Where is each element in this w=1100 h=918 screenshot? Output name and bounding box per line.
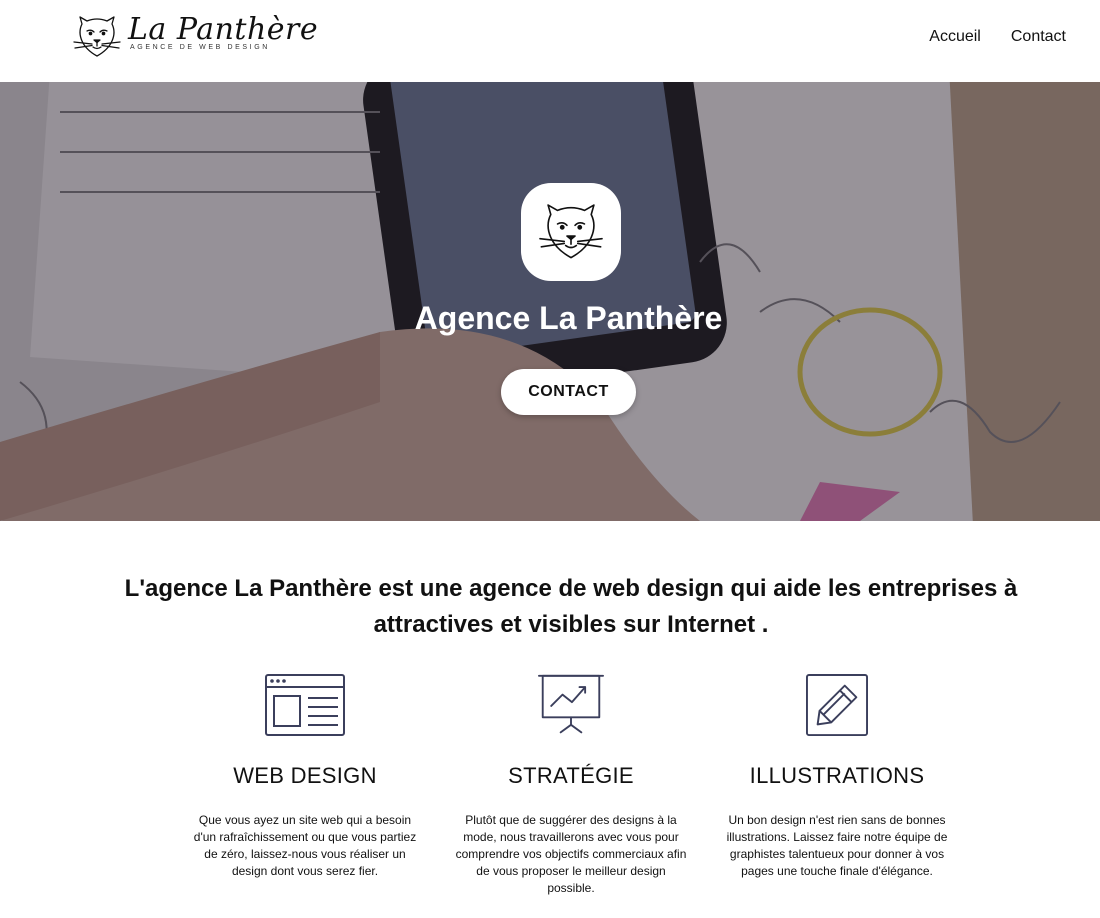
- panther-logo-icon: [73, 16, 121, 57]
- intro-heading: L'agence La Panthère est une agence de w…: [124, 575, 1018, 638]
- presentation-chart-icon: [538, 674, 604, 734]
- browser-window-icon: [265, 674, 345, 736]
- feature-title: WEB DESIGN: [233, 763, 377, 788]
- hero-section: Agence La Panthère CONTACT: [0, 82, 1100, 521]
- feature-title: STRATÉGIE: [508, 763, 634, 788]
- site-header: La Panthère AGENCE DE WEB DESIGN Accueil…: [0, 0, 1100, 82]
- nav-contact-link[interactable]: Contact: [1011, 28, 1066, 46]
- feature-description: Plutôt que de suggérer des designs à la …: [455, 813, 687, 895]
- feature-web-design: WEB DESIGN Que vous ayez un site web qui…: [185, 670, 425, 880]
- brand-title: La Panthère: [128, 12, 319, 47]
- feature-illustrations: ILLUSTRATIONS Un bon design n'est rien s…: [717, 670, 957, 880]
- feature-title: ILLUSTRATIONS: [749, 763, 925, 788]
- feature-description: Que vous ayez un site web qui a besoin d…: [193, 813, 417, 878]
- hero-logo-badge: [521, 183, 621, 281]
- brand-subtitle: AGENCE DE WEB DESIGN: [130, 44, 270, 51]
- hero-title: Agence La Panthère: [414, 300, 723, 336]
- panther-badge-icon: [539, 204, 603, 259]
- brand-logo[interactable]: La Panthère AGENCE DE WEB DESIGN: [72, 12, 318, 60]
- pencil-icon: [806, 674, 868, 736]
- main-nav: Accueil Contact: [929, 28, 1066, 46]
- feature-description: Un bon design n'est rien sans de bonnes …: [726, 813, 948, 878]
- feature-strategie: STRATÉGIE Plutôt que de suggérer des des…: [451, 670, 691, 897]
- nav-accueil-link[interactable]: Accueil: [929, 28, 981, 46]
- contact-button[interactable]: CONTACT: [501, 369, 636, 415]
